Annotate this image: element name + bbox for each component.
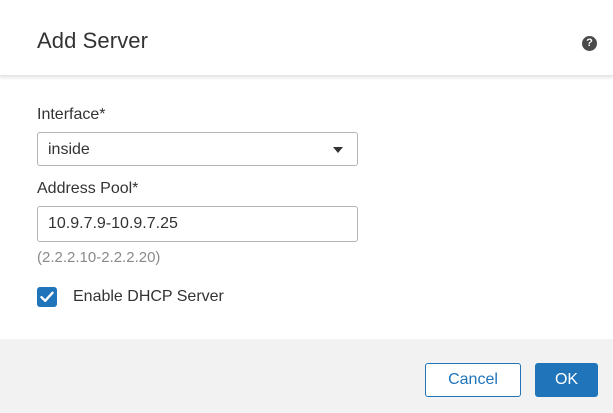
dialog-footer: Cancel OK: [0, 339, 613, 413]
ok-button[interactable]: OK: [535, 363, 598, 397]
question-circle-icon[interactable]: ?: [582, 36, 597, 51]
dialog-title: Add Server: [37, 28, 149, 53]
interface-label: Interface*: [37, 106, 106, 123]
checkmark-icon: [40, 291, 54, 302]
address-pool-label: Address Pool*: [37, 180, 139, 197]
enable-dhcp-label: Enable DHCP Server: [73, 288, 224, 305]
address-pool-input[interactable]: [37, 206, 358, 242]
dialog-header: Add Server ?: [0, 0, 613, 76]
interface-selected-value: inside: [48, 141, 90, 158]
add-server-dialog: Add Server ? Interface* inside Address P…: [0, 0, 613, 413]
address-pool-hint: (2.2.2.10-2.2.2.20): [37, 249, 161, 266]
chevron-down-icon: [333, 147, 343, 153]
enable-dhcp-checkbox[interactable]: [37, 287, 57, 307]
cancel-button[interactable]: Cancel: [425, 363, 521, 397]
interface-select[interactable]: inside: [37, 132, 358, 166]
